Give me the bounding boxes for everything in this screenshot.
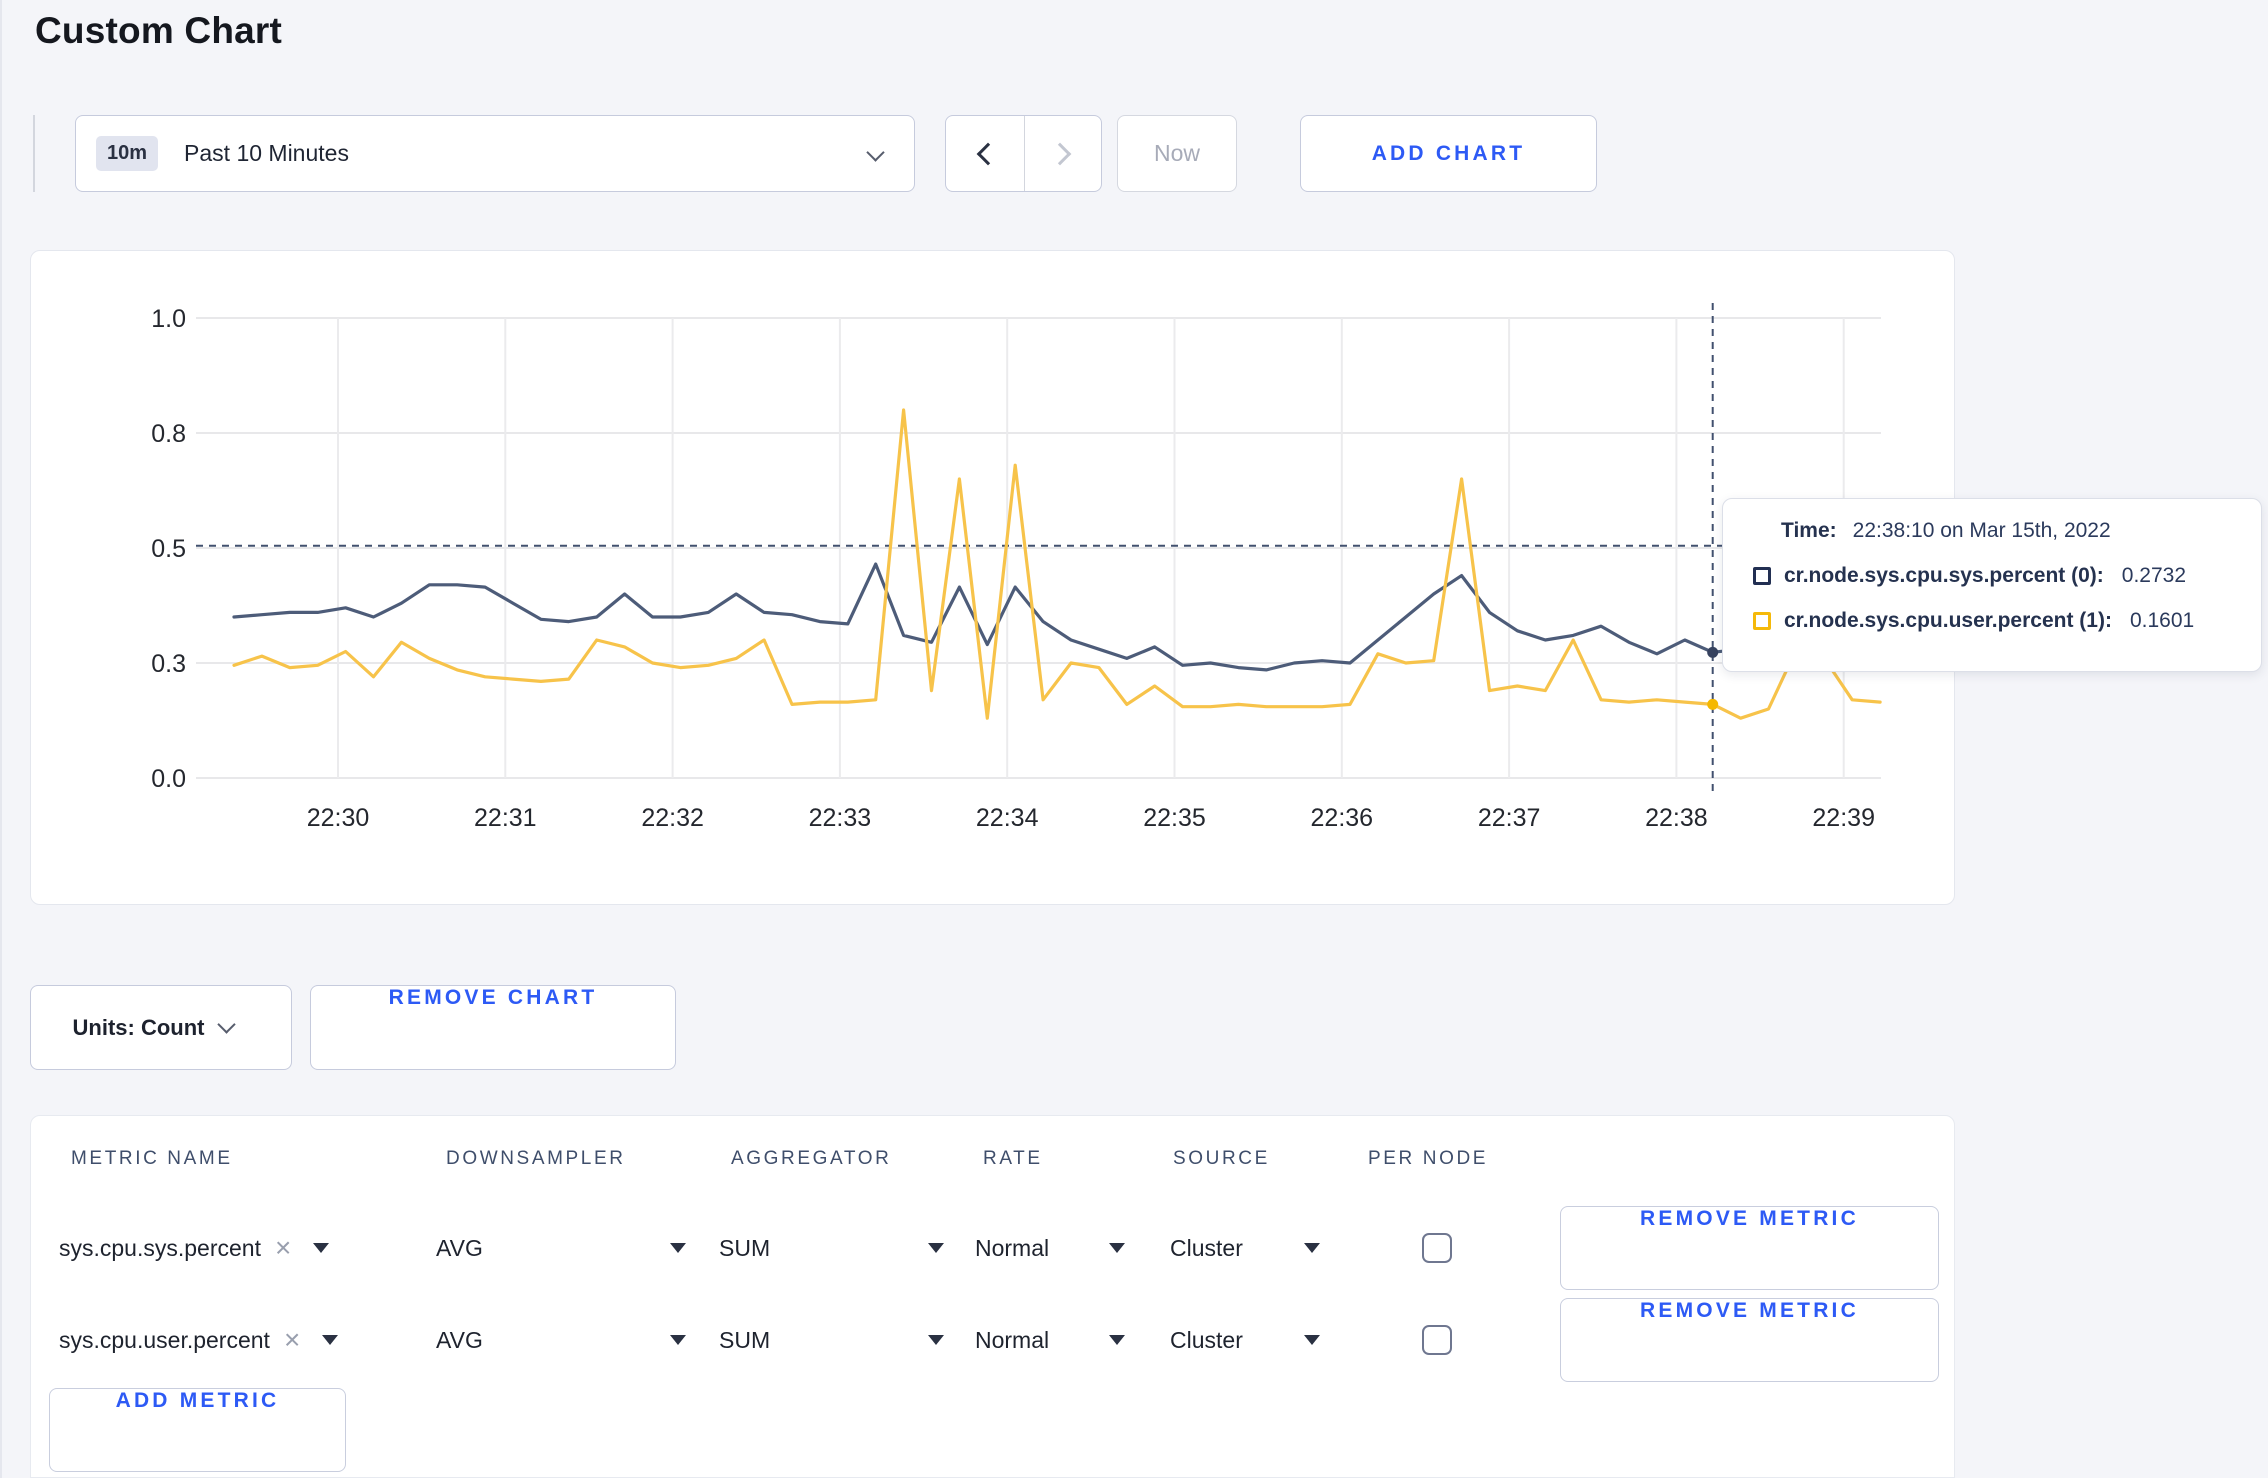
units-select-label: Units: Count <box>72 1014 205 1040</box>
series-sys-legend-icon <box>1753 567 1771 585</box>
add-chart-label: ADD CHART <box>1371 141 1526 165</box>
svg-text:22:38: 22:38 <box>1645 804 1708 832</box>
clear-metric-icon[interactable]: × <box>275 1234 291 1262</box>
metric-name-label: sys.cpu.sys.percent <box>59 1234 261 1261</box>
remove-chart-label: REMOVE CHART <box>388 986 598 1009</box>
svg-text:22:31: 22:31 <box>474 804 537 832</box>
source-value: Cluster <box>1170 1234 1243 1261</box>
tooltip-series-user-value: 0.1601 <box>2129 609 2195 632</box>
svg-text:0.5: 0.5 <box>151 535 186 563</box>
svg-text:22:34: 22:34 <box>976 804 1039 832</box>
tooltip-series-sys-value: 0.2732 <box>2121 564 2187 587</box>
next-window-button[interactable] <box>1023 116 1102 191</box>
rate-value: Normal <box>975 1326 1050 1353</box>
svg-text:0.8: 0.8 <box>151 420 186 448</box>
metric-name-select[interactable]: sys.cpu.sys.percent × <box>59 1234 436 1262</box>
chevron-right-icon <box>1048 142 1072 165</box>
caret-down-icon <box>928 1243 944 1253</box>
now-button-label: Now <box>1153 140 1200 166</box>
time-range-select[interactable]: 10m Past 10 Minutes <box>75 115 915 192</box>
caret-down-icon <box>670 1335 686 1345</box>
column-header: RATE <box>983 1148 1043 1169</box>
svg-text:22:35: 22:35 <box>1143 804 1206 832</box>
page-left-border <box>0 0 2 1478</box>
remove-chart-button[interactable]: REMOVE CHART <box>310 985 676 1070</box>
caret-down-icon <box>322 1335 339 1345</box>
chevron-down-icon <box>866 143 885 162</box>
downsampler-value: AVG <box>436 1326 483 1353</box>
add-metric-button[interactable]: ADD METRIC <box>49 1388 346 1472</box>
metrics-table-header: METRIC NAME DOWNSAMPLER AGGREGATOR RATE SOUR… <box>31 1116 1954 1202</box>
per-node-checkbox[interactable] <box>1422 1325 1452 1355</box>
column-header: SOURCE <box>1173 1148 1270 1169</box>
downsampler-select[interactable]: AVG <box>436 1327 686 1354</box>
column-header: DOWNSAMPLER <box>446 1148 626 1169</box>
svg-text:22:32: 22:32 <box>641 804 704 832</box>
remove-metric-button[interactable]: REMOVE METRIC <box>1560 1206 1939 1290</box>
column-header: PER NODE <box>1368 1148 1489 1169</box>
time-window-nav <box>945 115 1102 192</box>
caret-down-icon <box>1304 1243 1320 1253</box>
per-node-checkbox[interactable] <box>1422 1233 1452 1263</box>
table-row: sys.cpu.sys.percent × AVG SUM Normal Clu… <box>31 1202 1954 1294</box>
svg-text:22:36: 22:36 <box>1311 804 1374 832</box>
time-range-badge: 10m <box>96 136 159 171</box>
caret-down-icon <box>1304 1335 1320 1345</box>
metric-name-label: sys.cpu.user.percent <box>59 1326 270 1353</box>
svg-text:22:30: 22:30 <box>307 804 370 832</box>
tooltip-time-value: 22:38:10 on Mar 15th, 2022 <box>1852 519 2111 542</box>
caret-down-icon <box>313 1243 330 1253</box>
rate-select[interactable]: Normal <box>975 1327 1125 1354</box>
time-range-label: Past 10 Minutes <box>184 140 349 166</box>
series-user-legend-icon <box>1753 612 1771 630</box>
add-chart-button[interactable]: ADD CHART <box>1300 115 1597 192</box>
column-header: METRIC NAME <box>71 1148 233 1169</box>
tooltip-series-user-label: cr.node.sys.cpu.user.percent (1): <box>1784 609 2112 632</box>
metric-name-select[interactable]: sys.cpu.user.percent × <box>59 1326 436 1354</box>
clear-metric-icon[interactable]: × <box>284 1326 300 1354</box>
remove-metric-label: REMOVE METRIC <box>1640 1207 1859 1230</box>
chevron-down-icon <box>217 1015 237 1034</box>
aggregator-value: SUM <box>719 1234 771 1261</box>
metrics-rows: sys.cpu.sys.percent × AVG SUM Normal Clu… <box>31 1202 1954 1386</box>
source-select[interactable]: Cluster <box>1170 1235 1320 1262</box>
caret-down-icon <box>1109 1335 1125 1345</box>
source-value: Cluster <box>1170 1326 1243 1353</box>
aggregator-select[interactable]: SUM <box>719 1327 944 1354</box>
tooltip-time-label: Time: <box>1781 519 1837 542</box>
toolbar-divider <box>33 115 35 192</box>
aggregator-select[interactable]: SUM <box>719 1235 944 1262</box>
downsampler-value: AVG <box>436 1234 483 1261</box>
prev-window-button[interactable] <box>946 116 1024 191</box>
svg-text:22:39: 22:39 <box>1812 804 1875 832</box>
tooltip-series-sys-label: cr.node.sys.cpu.sys.percent (0): <box>1784 564 2104 587</box>
svg-text:1.0: 1.0 <box>151 305 186 333</box>
chart-svg[interactable]: 0.0 0.3 0.5 0.8 1.0 22:30 22:31 22:32 22:33 22:34… <box>31 251 1953 903</box>
page-title: Custom Chart <box>35 10 283 51</box>
aggregator-value: SUM <box>719 1326 771 1353</box>
add-metric-label: ADD METRIC <box>115 1389 280 1412</box>
svg-text:0.0: 0.0 <box>151 765 186 793</box>
svg-text:0.3: 0.3 <box>151 650 186 678</box>
svg-text:22:37: 22:37 <box>1478 804 1541 832</box>
caret-down-icon <box>670 1243 686 1253</box>
svg-text:22:33: 22:33 <box>809 804 872 832</box>
table-row: sys.cpu.user.percent × AVG SUM Normal Cl… <box>31 1294 1954 1386</box>
chart-card: 0.0 0.3 0.5 0.8 1.0 22:30 22:31 22:32 22:33 22:34… <box>30 250 1955 905</box>
caret-down-icon <box>1109 1243 1125 1253</box>
column-header: AGGREGATOR <box>731 1148 892 1169</box>
now-button[interactable]: Now <box>1117 115 1237 192</box>
metrics-table: METRIC NAME DOWNSAMPLER AGGREGATOR RATE SOUR… <box>30 1115 1955 1478</box>
chevron-left-icon <box>976 142 1000 165</box>
remove-metric-button[interactable]: REMOVE METRIC <box>1560 1298 1939 1382</box>
source-select[interactable]: Cluster <box>1170 1327 1320 1354</box>
units-select[interactable]: Units: Count <box>30 985 292 1070</box>
downsampler-select[interactable]: AVG <box>436 1235 686 1262</box>
remove-metric-label: REMOVE METRIC <box>1640 1299 1859 1322</box>
chart-tooltip: Time: 22:38:10 on Mar 15th, 2022 cr.node.… <box>1722 498 2262 672</box>
caret-down-icon <box>928 1335 944 1345</box>
rate-select[interactable]: Normal <box>975 1235 1125 1262</box>
rate-value: Normal <box>975 1234 1050 1261</box>
